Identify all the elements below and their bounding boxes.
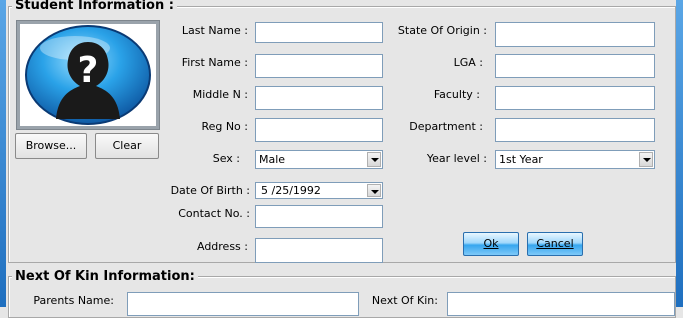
sex-select[interactable]: Male [255, 150, 383, 169]
dob-picker[interactable]: 5 /25/1992 [255, 182, 383, 199]
state-label: State Of Origin : [397, 24, 487, 37]
dob-value: 5 /25/1992 [261, 184, 321, 197]
unknown-user-icon: ? [25, 25, 151, 125]
cancel-button[interactable]: Cancel [527, 232, 583, 256]
department-input[interactable] [495, 118, 655, 142]
address-input[interactable] [255, 238, 383, 263]
window-right-border [676, 0, 683, 307]
reg-no-label: Reg No : [201, 120, 248, 133]
chevron-down-icon[interactable] [367, 152, 381, 167]
department-label: Department : [409, 120, 483, 133]
reg-no-input[interactable] [255, 118, 383, 142]
next-of-kin-label: Next Of Kin: [371, 294, 438, 307]
browse-button[interactable]: Browse... [15, 133, 87, 159]
last-name-input[interactable] [255, 22, 383, 43]
year-level-select[interactable]: 1st Year [495, 150, 655, 169]
contact-input[interactable] [255, 205, 383, 228]
clear-button[interactable]: Clear [95, 133, 159, 159]
middle-name-label: Middle N : [192, 88, 248, 101]
state-input[interactable] [495, 22, 655, 47]
chevron-down-icon[interactable] [639, 152, 653, 167]
sex-label: Sex : [212, 152, 240, 165]
photo-area: ? [20, 24, 156, 126]
cancel-button-label: Cancel [536, 237, 574, 250]
next-of-kin-title: Next Of Kin Information: [12, 269, 198, 284]
faculty-label: Faculty : [433, 88, 480, 101]
parents-name-label: Parents Name: [33, 294, 114, 307]
ok-button[interactable]: Ok [463, 232, 519, 256]
first-name-label: First Name : [181, 56, 248, 69]
window-left-border [0, 0, 6, 307]
dob-label: Date Of Birth : [170, 184, 250, 197]
year-level-label: Year level : [426, 152, 487, 165]
faculty-input[interactable] [495, 86, 655, 110]
contact-label: Contact No. : [178, 207, 250, 220]
photo-frame: ? [16, 20, 160, 130]
svg-text:?: ? [78, 50, 99, 91]
last-name-label: Last Name : [181, 24, 248, 37]
lga-input[interactable] [495, 54, 655, 78]
chevron-down-icon[interactable] [367, 184, 381, 197]
student-info-title: Student Information : [12, 0, 177, 13]
year-level-select-value: 1st Year [499, 153, 543, 166]
address-label: Address : [196, 240, 248, 253]
middle-name-input[interactable] [255, 86, 383, 110]
parents-name-input[interactable] [127, 292, 359, 316]
ok-button-label: Ok [483, 237, 499, 250]
sex-select-value: Male [259, 153, 286, 166]
lga-label: LGA : [453, 56, 483, 69]
first-name-input[interactable] [255, 54, 383, 78]
next-of-kin-input[interactable] [447, 292, 675, 316]
